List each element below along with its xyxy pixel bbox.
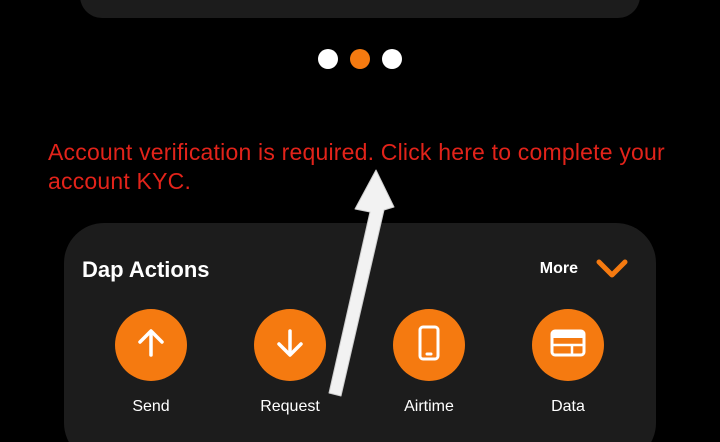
data-action-button[interactable]: Data: [508, 309, 628, 416]
airtime-circle: [393, 309, 465, 381]
send-action-button[interactable]: Send: [91, 309, 211, 416]
dap-actions-title: Dap Actions: [82, 257, 210, 282]
data-label: Data: [551, 398, 585, 415]
chevron-down-icon: [596, 259, 628, 279]
carousel-indicator: [318, 49, 402, 69]
airtime-action-button[interactable]: Airtime: [369, 309, 489, 416]
carousel-dot-2-active[interactable]: [350, 49, 370, 69]
carousel-dot-1[interactable]: [318, 49, 338, 69]
more-label: More: [539, 260, 578, 277]
request-action-button[interactable]: Request: [230, 309, 350, 416]
dap-actions-card: Dap Actions More Send Request Airtime Da…: [64, 223, 656, 442]
more-button[interactable]: More: [540, 259, 628, 279]
screen: Account verification is required. Click …: [0, 0, 720, 442]
phone-icon: [413, 325, 445, 366]
send-label: Send: [132, 398, 170, 415]
kyc-verification-link[interactable]: Account verification is required. Click …: [48, 138, 688, 196]
balance-card-partial[interactable]: [80, 0, 640, 18]
request-circle: [254, 309, 326, 381]
arrow-up-icon: [135, 327, 167, 364]
browser-card-icon: [550, 328, 586, 363]
carousel-dot-3[interactable]: [382, 49, 402, 69]
data-circle: [532, 309, 604, 381]
arrow-down-icon: [274, 327, 306, 364]
request-label: Request: [260, 398, 320, 415]
airtime-label: Airtime: [404, 398, 454, 415]
send-circle: [115, 309, 187, 381]
